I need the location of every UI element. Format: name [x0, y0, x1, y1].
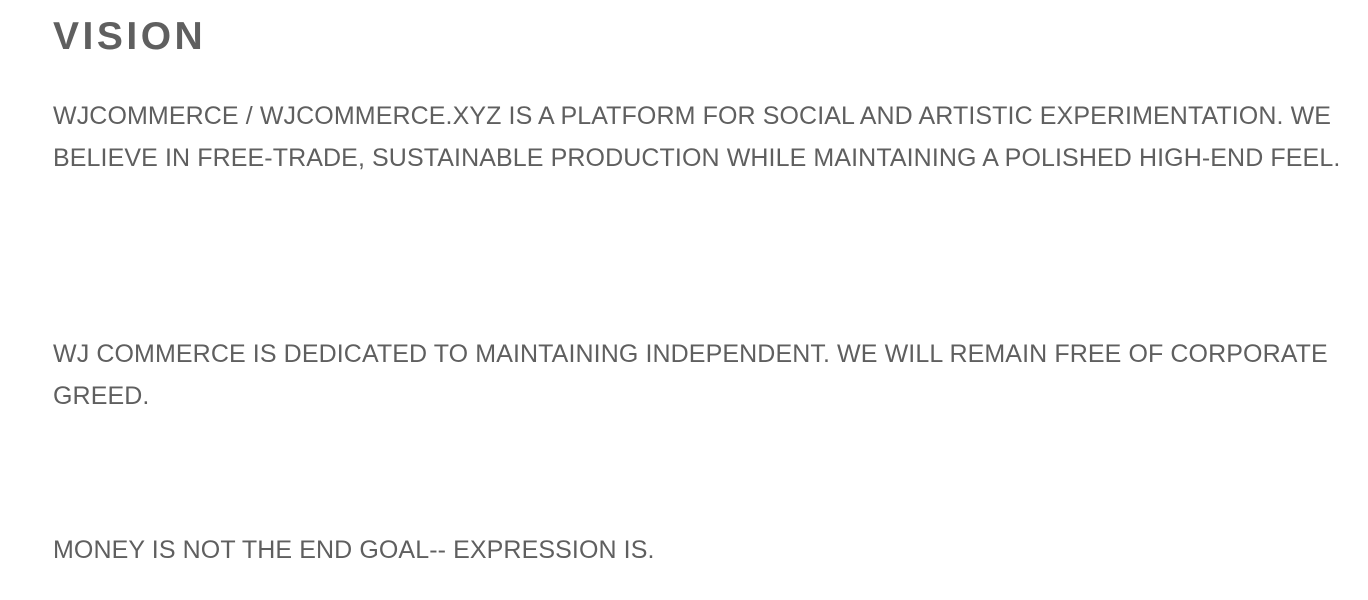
vision-paragraph-independence: WJ COMMERCE IS DEDICATED TO MAINTAINING …	[53, 340, 1328, 410]
page-title: VISION	[53, 15, 207, 58]
vision-paragraph-platform: WJCOMMERCE / WJCOMMERCE.XYZ IS A PLATFOR…	[53, 102, 1341, 172]
vision-paragraph-goal: MONEY IS NOT THE END GOAL-- EXPRESSION I…	[53, 536, 655, 564]
